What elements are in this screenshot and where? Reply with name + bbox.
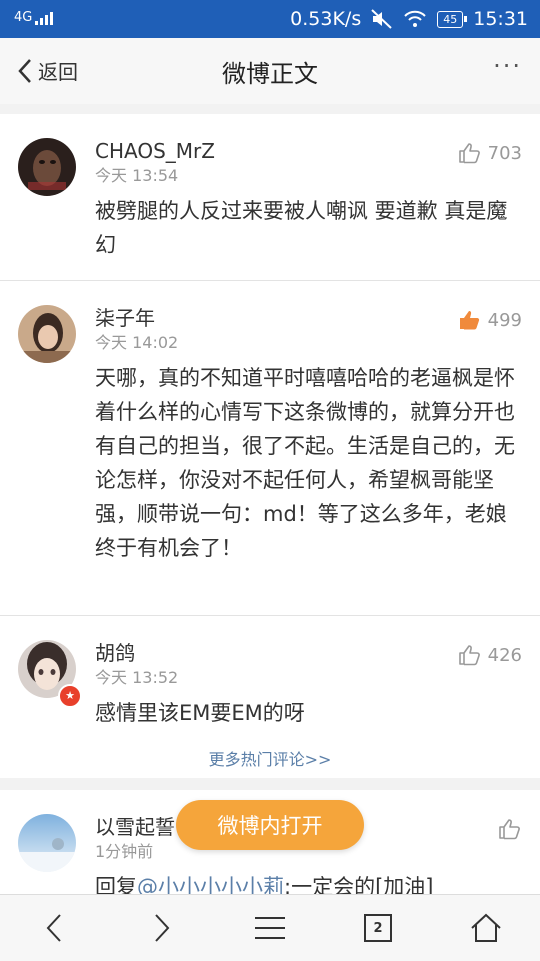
menu-icon: [255, 917, 285, 939]
comment-time: 今天 13:54: [95, 166, 179, 185]
commenter-name[interactable]: CHAOS_MrZ: [95, 138, 520, 164]
comment-item[interactable]: ★ 胡鸽 今天 13:52 感情里该EM要EM的呀 426: [0, 616, 540, 742]
status-bar: 4G 0.53K/s 45 15:31: [0, 0, 540, 38]
page-title: 微博正文: [222, 60, 318, 88]
comment-time: 今天 13:52: [95, 668, 179, 687]
like-count: 426: [487, 644, 522, 666]
more-dots-icon: ···: [493, 52, 522, 80]
tabs-button[interactable]: 2: [348, 903, 408, 953]
avatar[interactable]: [18, 814, 76, 872]
like-button[interactable]: 703: [458, 142, 522, 164]
comment-item[interactable]: CHAOS_MrZ 今天 13:54 被劈腿的人反过来要被人嘲讽 要道歉 真是魔…: [0, 114, 540, 281]
nav-back-button[interactable]: [24, 903, 84, 953]
thumbs-up-icon: [458, 645, 480, 666]
network-speed: 0.53K/s: [290, 8, 362, 30]
like-count: 703: [487, 142, 522, 164]
comment-text: 感情里该EM要EM的呀: [95, 701, 305, 725]
like-button[interactable]: [498, 818, 522, 840]
reply-text: :一定会的[加油]: [284, 875, 434, 894]
menu-button[interactable]: [240, 903, 300, 953]
top-nav-bar: 返回 微博正文 ···: [0, 38, 540, 105]
avatar[interactable]: [18, 138, 76, 196]
commenter-name[interactable]: 胡鸽: [95, 640, 520, 666]
nav-forward-button[interactable]: [132, 903, 192, 953]
battery-icon: 45: [437, 10, 468, 28]
signal-bars-icon: [35, 11, 54, 25]
commenter-name[interactable]: 柒子年: [95, 305, 520, 331]
like-count: 499: [487, 309, 522, 331]
tab-count: 2: [364, 914, 392, 942]
clock: 15:31: [473, 8, 528, 30]
network-type: 4G: [14, 10, 33, 25]
comment-time: 今天 14:02: [95, 333, 179, 352]
signal-indicator: 4G: [14, 10, 54, 25]
thumbs-up-icon: [499, 819, 520, 840]
comment-text: 被劈腿的人反过来要被人嘲讽 要道歉 真是魔幻: [95, 199, 508, 257]
comment-item[interactable]: 柒子年 今天 14:02 天哪，真的不知道平时嘻嘻哈哈的老逼枫是怀着什么样的心情…: [0, 281, 540, 616]
thumbs-up-icon: [458, 143, 480, 164]
comment-text: 回复@小小小小小莉:一定会的[加油]: [95, 870, 520, 894]
chevron-left-icon: [46, 914, 61, 942]
more-options-button[interactable]: ···: [493, 52, 522, 80]
like-button[interactable]: 499: [458, 309, 522, 331]
verified-badge-icon: ★: [58, 684, 82, 708]
chevron-right-icon: [155, 914, 170, 942]
avatar[interactable]: [18, 305, 76, 363]
more-hot-comments-link[interactable]: 更多热门评论>>: [0, 742, 540, 778]
open-in-weibo-button[interactable]: 微博内打开: [176, 800, 364, 850]
home-button[interactable]: [456, 903, 516, 953]
reply-prefix: 回复: [95, 875, 137, 894]
bottom-nav-bar: 2: [0, 894, 540, 961]
comment-text: 天哪，真的不知道平时嘻嘻哈哈的老逼枫是怀着什么样的心情写下这条微博的，就算分开也…: [95, 366, 515, 560]
thumbs-up-filled-icon: [459, 311, 479, 330]
mute-icon: [371, 9, 392, 29]
mention-link[interactable]: @小小小小小莉: [137, 875, 284, 894]
wifi-icon: [404, 10, 426, 27]
like-button[interactable]: 426: [458, 644, 522, 666]
comment-list: CHAOS_MrZ 今天 13:54 被劈腿的人反过来要被人嘲讽 要道歉 真是魔…: [0, 104, 540, 894]
home-icon: [471, 913, 501, 942]
